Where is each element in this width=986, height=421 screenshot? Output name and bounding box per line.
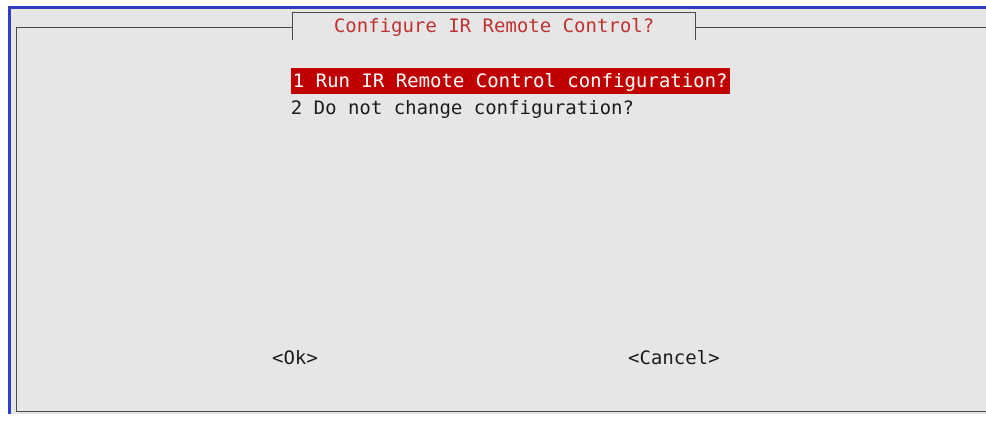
frame-left-border [16,27,17,411]
dialog-title: Configure IR Remote Control? [292,12,696,40]
options-menu: 1 Run IR Remote Control configuration? 2… [245,42,805,119]
ok-button[interactable]: <Ok> [272,345,318,371]
cancel-button[interactable]: <Cancel> [628,345,720,371]
menu-item-label: 2 Do not change configuration? [290,97,634,119]
menu-item-run-configuration[interactable]: 1 Run IR Remote Control configuration? [245,42,805,94]
menu-item-label: 1 Run IR Remote Control configuration? [290,68,731,94]
frame-bottom-border [16,411,986,412]
